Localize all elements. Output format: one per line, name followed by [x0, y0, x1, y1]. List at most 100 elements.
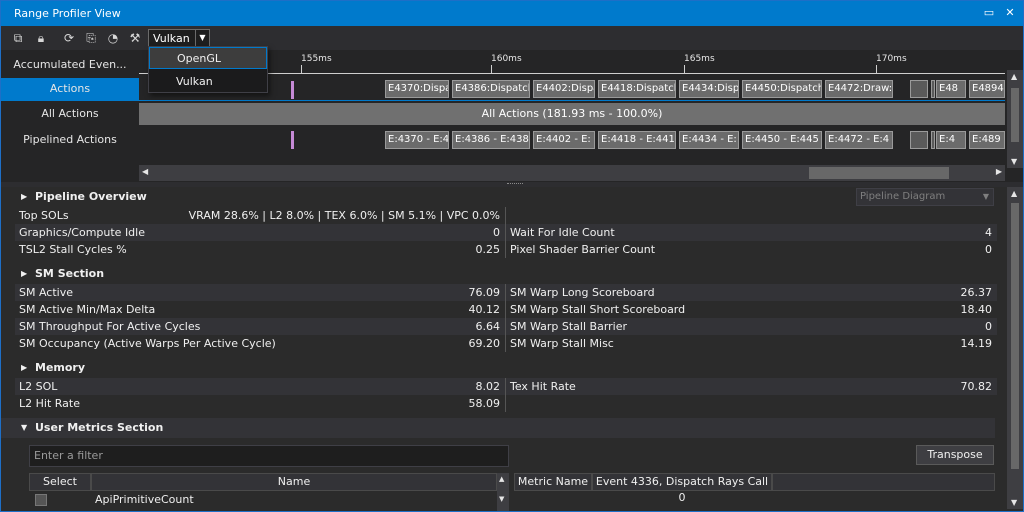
pipelined-block[interactable]: E:4386 - E:438 — [452, 131, 530, 149]
metric-value: 14.19 — [960, 337, 993, 350]
dropdown-option-opengl[interactable]: OpenGL — [149, 47, 267, 69]
scroll-thumb[interactable] — [1011, 203, 1019, 469]
scroll-down-icon[interactable]: ▼ — [1011, 498, 1017, 507]
close-icon[interactable]: ✕ — [1003, 6, 1017, 20]
metric-value: 70.82 — [960, 380, 993, 393]
metric-value: 8.02 — [475, 380, 501, 393]
action-block[interactable]: E4472:Draw: — [825, 80, 893, 98]
scroll-down-icon[interactable]: ▼ — [499, 495, 504, 503]
pipelined-block[interactable]: E:4450 - E:445 — [742, 131, 822, 149]
action-block[interactable]: E4450:Dispatch — [742, 80, 822, 98]
column-header-name[interactable]: Name — [91, 473, 497, 491]
metric-row: Graphics/Compute Idle 0 — [15, 224, 505, 241]
tick-label: 165ms — [684, 54, 715, 64]
chevron-right-icon[interactable]: ▶ — [21, 187, 27, 207]
pipelined-block[interactable]: E:4418 - E:441 — [598, 131, 676, 149]
scroll-left-icon[interactable]: ◀ — [142, 167, 148, 176]
pipelined-block-small[interactable] — [931, 131, 935, 149]
scroll-up-icon[interactable]: ▲ — [499, 475, 504, 483]
chevron-down-icon[interactable]: ▼ — [195, 30, 209, 46]
filter-input[interactable]: Enter a filter — [29, 445, 509, 467]
chevron-right-icon[interactable]: ▶ — [21, 264, 27, 284]
section-pipeline-overview[interactable]: ▶ Pipeline Overview — [1, 187, 981, 207]
section-memory[interactable]: ▶ Memory — [1, 358, 981, 378]
action-block[interactable]: E4402:Dispa — [533, 80, 595, 98]
scroll-thumb[interactable] — [809, 167, 949, 179]
scroll-right-icon[interactable]: ▶ — [996, 167, 1002, 176]
scroll-down-icon[interactable]: ▼ — [1011, 157, 1017, 166]
metric-label: Tex Hit Rate — [510, 380, 576, 393]
pipelined-block[interactable]: E:489 — [969, 131, 1005, 149]
gauge-icon[interactable]: ◔ — [105, 30, 121, 46]
column-header-select[interactable]: Select — [29, 473, 91, 491]
column-header-event[interactable]: Event 4336, Dispatch Rays Call 0 — [592, 473, 772, 504]
pipelined-block[interactable]: E:4 — [936, 131, 966, 149]
chevron-down-icon[interactable]: ▼ — [983, 189, 989, 205]
column-header-metric-name[interactable]: Metric Name — [514, 473, 592, 491]
timeline-vertical-scrollbar[interactable]: ▲ ▼ — [1007, 70, 1023, 168]
section-user-metrics[interactable]: ▼ User Metrics Section — [1, 418, 995, 438]
refresh-icon[interactable]: ⟳ — [61, 30, 77, 46]
metric-label: Wait For Idle Count — [510, 226, 615, 239]
scroll-up-icon[interactable]: ▲ — [1011, 189, 1017, 198]
section-title: User Metrics Section — [35, 421, 164, 434]
pipelined-block[interactable]: E:4370 - E:4 — [385, 131, 449, 149]
export-icon[interactable]: ⎘ — [83, 30, 99, 46]
action-block[interactable]: E4370:Dispa — [385, 80, 449, 98]
row-label-all-actions: All Actions — [41, 107, 99, 120]
action-block[interactable]: E4894 — [969, 80, 1005, 98]
row-label-accumulated: Accumulated Even... — [13, 58, 127, 71]
all-actions-bar[interactable]: All Actions (181.93 ms - 100.0%) — [139, 103, 1005, 125]
pipelined-block[interactable]: E:4434 - E: — [679, 131, 739, 149]
details-vertical-scrollbar[interactable]: ▲ ▼ — [1007, 187, 1023, 509]
pipelined-block[interactable]: E:4472 - E:4 — [825, 131, 893, 149]
tick-label: 155ms — [301, 54, 332, 64]
action-block[interactable]: E48 — [936, 80, 966, 98]
metric-row: SM Warp Stall Misc 14.19 — [506, 335, 997, 352]
maximize-icon[interactable]: ▭ — [982, 6, 996, 20]
metric-value: 0.25 — [475, 243, 501, 256]
metric-value: 26.37 — [960, 286, 993, 299]
section-sm[interactable]: ▶ SM Section — [1, 264, 981, 284]
scroll-up-icon[interactable]: ▲ — [1011, 72, 1017, 81]
metric-label: SM Warp Stall Misc — [510, 337, 614, 350]
chevron-right-icon[interactable]: ▶ — [21, 358, 27, 378]
actions-lane: E4370:Dispa E4386:Dispatch E4402:Dispa E… — [139, 78, 1005, 100]
pipelined-block-small[interactable] — [910, 131, 928, 149]
scroll-thumb[interactable] — [1011, 88, 1019, 142]
lock-icon[interactable]: 🔒︎ — [33, 30, 49, 46]
splitter-grip — [507, 183, 523, 185]
title-bar: Range Profiler View ▭ ✕ — [1, 1, 1023, 26]
pipeline-diagram-select[interactable]: Pipeline Diagram ▼ — [856, 188, 994, 206]
section-title: Pipeline Overview — [35, 190, 147, 203]
action-block[interactable]: E4434:Disp — [679, 80, 739, 98]
metric-row: Pixel Shader Barrier Count 0 — [506, 241, 997, 258]
action-block[interactable]: E4418:Dispatch — [598, 80, 676, 98]
metric-value: 18.40 — [960, 303, 993, 316]
row-label-pipelined: Pipelined Actions — [23, 133, 117, 146]
metric-value: 6.64 — [475, 320, 501, 333]
dropdown-option-vulkan[interactable]: Vulkan — [149, 71, 267, 93]
row-select-checkbox[interactable] — [35, 494, 47, 506]
window-title: Range Profiler View — [14, 7, 121, 20]
metric-label: SM Warp Stall Barrier — [510, 320, 628, 333]
copy-icon[interactable]: ⧉ — [10, 30, 26, 46]
chevron-down-icon[interactable]: ▼ — [21, 418, 27, 438]
metric-row: L2 SOL 8.02 — [15, 378, 505, 395]
action-block-small[interactable] — [910, 80, 928, 98]
metric-label: L2 Hit Rate — [19, 397, 80, 410]
action-block[interactable]: E4386:Dispatch — [452, 80, 530, 98]
timeline-horizontal-scrollbar[interactable]: ◀ ▶ — [139, 165, 1005, 181]
metric-label: SM Throughput For Active Cycles — [19, 320, 201, 333]
wrench-icon[interactable]: ⚒ — [127, 30, 143, 46]
pipelined-block[interactable]: E:4402 - E: — [533, 131, 595, 149]
api-select[interactable]: Vulkan ▼ — [148, 29, 210, 47]
user-metrics-scrollbar[interactable]: ▲ ▼ — [497, 473, 509, 511]
action-block-small[interactable] — [931, 80, 935, 98]
metric-row: TSL2 Stall Cycles % 0.25 — [15, 241, 505, 258]
ruler-baseline — [139, 71, 1005, 74]
time-ruler[interactable]: 155ms 160ms 165ms 170ms — [139, 50, 1005, 74]
metric-value: 76.09 — [468, 286, 501, 299]
transpose-button[interactable]: Transpose — [916, 445, 994, 465]
tick-label: 160ms — [491, 54, 522, 64]
